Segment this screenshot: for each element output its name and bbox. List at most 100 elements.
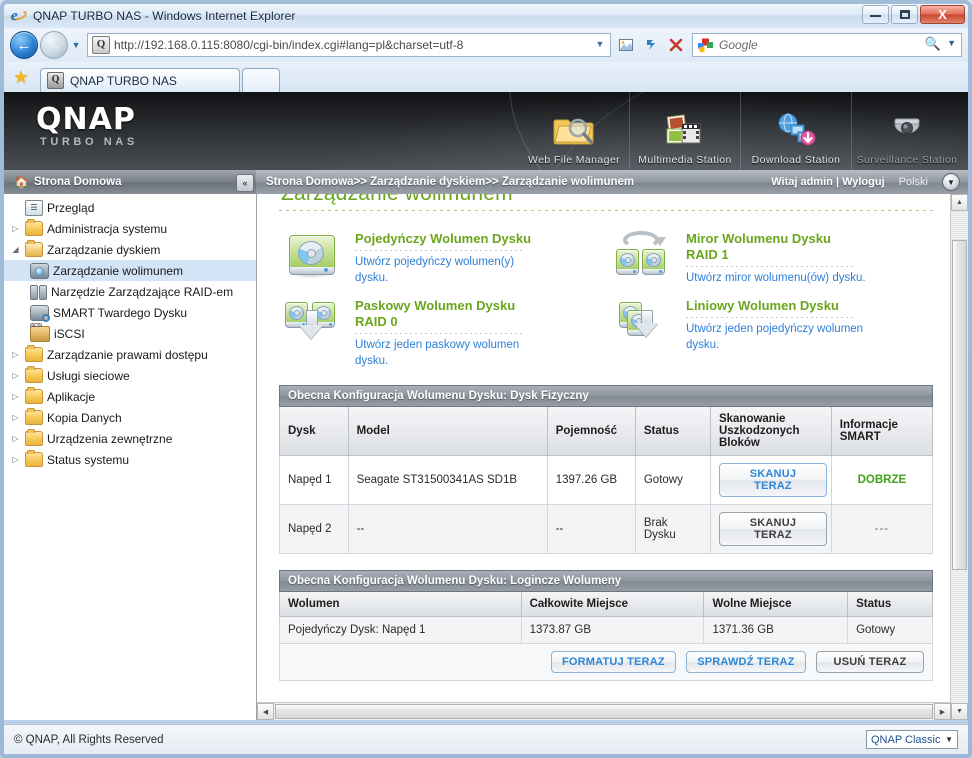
volume-option-mirror-raid1[interactable]: Miror Wolumenu Dysku RAID 1 Utwórz miror… bbox=[610, 229, 935, 286]
breadcrumb-bar: 🏠 Strona Domowa « Strona Domowa>> Zarząd… bbox=[4, 170, 968, 195]
collapse-sidebar-button[interactable]: « bbox=[236, 174, 254, 192]
search-box[interactable]: Google 🔍 ▼ bbox=[692, 33, 962, 57]
table-row: Pojedyńczy Dysk: Napęd 1 1373.87 GB 1371… bbox=[279, 616, 933, 644]
title-divider bbox=[279, 210, 933, 211]
scroll-up-button[interactable]: ▲ bbox=[951, 194, 968, 211]
folder-icon bbox=[25, 408, 43, 425]
scan-now-button-drive1[interactable]: SKANUJ TERAZ bbox=[718, 463, 827, 497]
single-disk-icon bbox=[279, 229, 343, 278]
tab-qnap-turbo-nas[interactable]: Q QNAP TURBO NAS bbox=[40, 68, 240, 92]
address-bar[interactable]: Q http://192.168.0.115:8080/cgi-bin/inde… bbox=[87, 33, 611, 57]
sidebar-item-iscsi[interactable]: iSCSI bbox=[4, 323, 256, 344]
sidebar-item-zarzadzanie-prawami-dostepu[interactable]: ▷ Zarządzanie prawami dostępu bbox=[4, 344, 256, 365]
collapse-twisty-icon[interactable]: ◢ bbox=[10, 245, 21, 254]
expand-twisty-icon[interactable]: ▷ bbox=[10, 350, 21, 359]
site-favicon-icon: Q bbox=[92, 36, 110, 54]
volume-option-desc[interactable]: Utwórz jeden paskowy wolumen dysku. bbox=[355, 337, 541, 369]
search-input[interactable]: Google bbox=[719, 38, 758, 52]
address-dropdown-icon[interactable]: ▼ bbox=[593, 34, 607, 54]
volume-option-striped-raid0[interactable]: Paskowy Wolumen Dysku RAID 0 Utwórz jede… bbox=[279, 296, 604, 369]
sidebar-item-zarzadzanie-dyskiem[interactable]: ◢ Zarządzanie dyskiem bbox=[4, 239, 256, 260]
shortcut-surveillance-station[interactable]: Surveillance Station bbox=[851, 92, 962, 170]
theme-selector[interactable]: QNAP Classic ▼ bbox=[866, 730, 958, 749]
expand-twisty-icon[interactable]: ▷ bbox=[10, 224, 21, 233]
shortcut-multimedia-station[interactable]: Multimedia Station bbox=[629, 92, 740, 170]
sidebar-item-label: Status systemu bbox=[47, 452, 130, 467]
expand-twisty-icon[interactable]: ▷ bbox=[10, 455, 21, 464]
new-tab-button[interactable] bbox=[242, 68, 280, 92]
scroll-down-button[interactable]: ▼ bbox=[951, 703, 968, 720]
content-horizontal-scrollbar[interactable]: ◀ ▶ bbox=[257, 702, 951, 720]
sidebar-item-przeglad[interactable]: ☰ Przegląd bbox=[4, 197, 256, 218]
content-vertical-scrollbar[interactable]: ▲ ▼ bbox=[950, 194, 968, 720]
sidebar-item-urzadzenia-zewnetrzne[interactable]: ▷ Urządzenia zewnętrzne bbox=[4, 428, 256, 449]
folder-search-icon bbox=[553, 108, 595, 152]
history-dropdown-icon[interactable]: ▼ bbox=[68, 32, 84, 58]
physical-disk-caption: Obecna Konfiguracja Wolumenu Dysku: Dysk… bbox=[279, 385, 933, 407]
volume-option-desc[interactable]: Utwórz miror wolumenu(ów) dysku. bbox=[686, 270, 866, 286]
sidebar-item-zarzadzanie-wolimunem[interactable]: Zarządzanie wolimunem bbox=[4, 260, 256, 281]
content-pane: Zarządzanie wolimunem Pojedyńczy Wolumen… bbox=[257, 194, 968, 720]
tab-strip: ★ Q QNAP TURBO NAS bbox=[4, 62, 968, 93]
stop-button[interactable] bbox=[664, 34, 688, 56]
volume-icon bbox=[30, 262, 49, 279]
feeds-button[interactable] bbox=[614, 34, 638, 56]
search-icon[interactable]: 🔍 bbox=[925, 36, 941, 52]
language-label[interactable]: Polski bbox=[899, 176, 928, 188]
shortcut-download-station[interactable]: Download Station bbox=[740, 92, 851, 170]
sidebar-item-label: Zarządzanie wolimunem bbox=[53, 263, 184, 278]
sidebar-item-kopia-danych[interactable]: ▷ Kopia Danych bbox=[4, 407, 256, 428]
expand-twisty-icon[interactable]: ▷ bbox=[10, 371, 21, 380]
check-now-button[interactable]: SPRAWDŹ TERAZ bbox=[686, 651, 806, 673]
close-button[interactable]: X bbox=[920, 5, 965, 24]
search-provider-caret-icon[interactable]: ▼ bbox=[947, 38, 956, 48]
maximize-button[interactable] bbox=[891, 5, 918, 24]
sidebar-item-uslugi-sieciowe[interactable]: ▷ Usługi sieciowe bbox=[4, 365, 256, 386]
home-icon: 🏠 bbox=[14, 175, 29, 189]
volume-option-linear[interactable]: Liniowy Wolumen Dysku Utwórz jeden pojed… bbox=[610, 296, 935, 369]
favorites-button[interactable]: ★ bbox=[4, 64, 38, 92]
scroll-thumb[interactable] bbox=[952, 240, 967, 570]
col-smart-info: Informacje SMART bbox=[830, 407, 934, 456]
expand-twisty-icon[interactable]: ▷ bbox=[10, 392, 21, 401]
col-bad-block-scan: Skanowanie Uszkodzonych Bloków bbox=[709, 407, 832, 456]
sidebar-item-label: Narzędzie Zarządzające RAID-em bbox=[51, 284, 234, 299]
logout-link[interactable]: Wyloguj bbox=[842, 176, 885, 188]
forward-button[interactable]: → bbox=[40, 31, 68, 59]
scroll-left-button[interactable]: ◀ bbox=[257, 703, 274, 720]
sidebar-item-status-systemu[interactable]: ▷ Status systemu bbox=[4, 449, 256, 470]
sidebar-home-header[interactable]: 🏠 Strona Domowa bbox=[14, 170, 122, 194]
minimize-button[interactable] bbox=[862, 5, 889, 24]
sidebar-item-narzedzie-raid[interactable]: Narzędzie Zarządzające RAID-em bbox=[4, 281, 256, 302]
folder-icon bbox=[25, 345, 43, 362]
shortcut-web-file-manager[interactable]: Web File Manager bbox=[519, 92, 629, 170]
logical-volume-table: Wolumen Całkowite Miejsce Wolne Miejsce … bbox=[279, 592, 933, 644]
title-bar: e QNAP TURBO NAS - Windows Internet Expl… bbox=[4, 3, 968, 28]
refresh-button[interactable] bbox=[639, 34, 663, 56]
sidebar-item-smart-twardego-dysku[interactable]: SMART Twardego Dysku bbox=[4, 302, 256, 323]
sidebar-item-administracja-systemu[interactable]: ▷ Administracja systemu bbox=[4, 218, 256, 239]
col-model: Model bbox=[347, 407, 548, 456]
scan-now-button-drive2[interactable]: SKANUJ TERAZ bbox=[718, 512, 827, 546]
scroll-right-button[interactable]: ▶ bbox=[934, 703, 951, 720]
hscroll-thumb[interactable] bbox=[275, 704, 933, 719]
striped-disk-icon bbox=[279, 296, 343, 348]
format-now-button[interactable]: FORMATUJ TERAZ bbox=[550, 651, 676, 673]
expand-twisty-icon[interactable]: ▷ bbox=[10, 413, 21, 422]
volume-option-desc[interactable]: Utwórz jeden pojedyńczy wolumen dysku. bbox=[686, 321, 872, 353]
linear-disk-icon bbox=[610, 296, 674, 346]
tab-label: QNAP TURBO NAS bbox=[70, 73, 177, 88]
sidebar-item-aplikacje[interactable]: ▷ Aplikacje bbox=[4, 386, 256, 407]
tab-favicon-icon: Q bbox=[47, 72, 64, 89]
volume-option-single-disk[interactable]: Pojedyńczy Wolumen Dysku Utwórz pojedyńc… bbox=[279, 229, 604, 286]
back-button[interactable]: ← bbox=[10, 31, 38, 59]
col-status: Status bbox=[847, 592, 933, 617]
folder-open-icon bbox=[25, 240, 43, 257]
delete-now-button[interactable]: USUŃ TERAZ bbox=[816, 651, 924, 673]
folder-icon bbox=[25, 450, 43, 467]
expand-twisty-icon[interactable]: ▷ bbox=[10, 434, 21, 443]
language-dropdown-icon[interactable]: ▼ bbox=[942, 173, 960, 191]
shortcut-label: Web File Manager bbox=[528, 154, 620, 166]
cell-scan: SKANUJ TERAZ bbox=[709, 504, 832, 554]
volume-option-desc[interactable]: Utwórz pojedyńczy wolumen(y) dysku. bbox=[355, 254, 541, 286]
